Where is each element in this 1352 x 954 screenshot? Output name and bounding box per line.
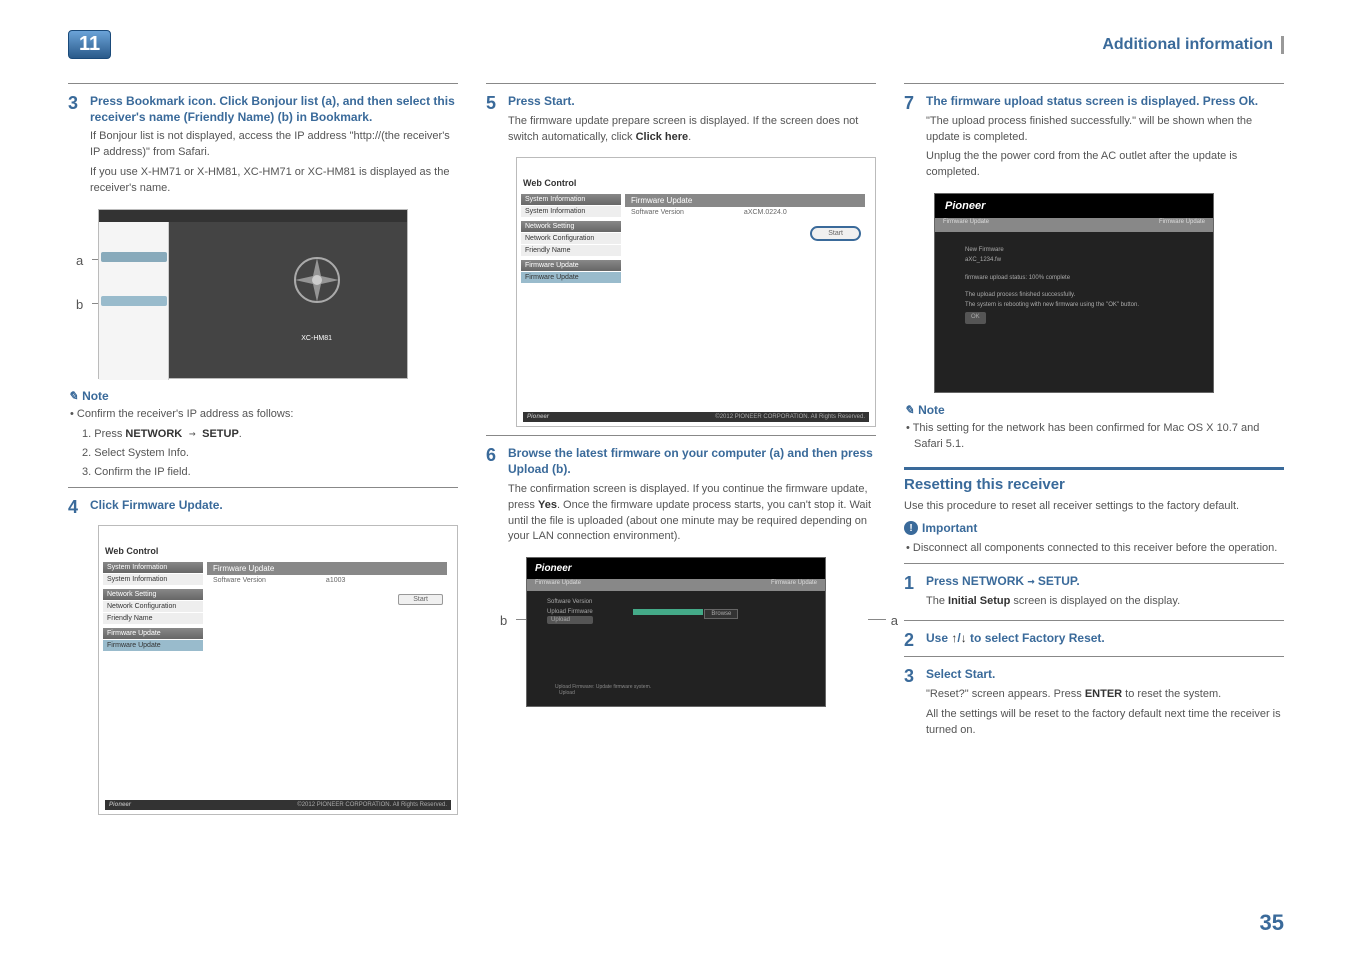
chapter-badge: 11 (68, 30, 111, 59)
step-text: The Initial Setup screen is displayed on… (926, 594, 1284, 610)
screenshot-safari: XC-HM81 (98, 209, 408, 379)
subsection-text: Use this procedure to reset all receiver… (904, 499, 1284, 515)
step-text: The confirmation screen is displayed. If… (508, 482, 876, 546)
step-title: Press Bookmark icon. Click Bonjour list … (90, 94, 458, 125)
step-text: If Bonjour list is not displayed, access… (90, 129, 458, 161)
step-text: If you use X-HM71 or X-HM81, XC-HM71 or … (90, 165, 458, 197)
step-text: "Reset?" screen appears. Press ENTER to … (926, 687, 1284, 703)
step-number: 4 (68, 498, 90, 518)
step-text: "The upload process finished successfull… (926, 114, 1284, 146)
subsection-heading: Resetting this receiver (904, 476, 1284, 493)
screenshot-webcontrol: Web Control System Information System In… (516, 157, 876, 427)
important-heading: Important (922, 521, 977, 535)
step-text: All the settings will be reset to the fa… (926, 707, 1284, 739)
step-number: 1 (904, 574, 926, 614)
screenshot-upload: Pioneer Firmware UpdateFirmware Update S… (526, 557, 826, 707)
callout-b: b (76, 297, 83, 312)
screenshot-status: Pioneer Firmware UpdateFirmware Update N… (934, 193, 1214, 393)
note-icon: ✎ (904, 403, 914, 417)
note-sub: 2. Select System Info. (68, 446, 458, 462)
step-title: Browse the latest firmware on your compu… (508, 446, 876, 477)
callout-b: b (500, 613, 507, 628)
note-heading: Note (918, 403, 945, 417)
step-title: Click Firmware Update. (90, 498, 458, 514)
step-title: The firmware upload status screen is dis… (926, 94, 1284, 110)
note-icon: ✎ (68, 389, 78, 403)
screenshot-webcontrol: Web Control System Information System In… (98, 525, 458, 815)
step-title: Select Start. (926, 667, 1284, 683)
section-title: Additional information (1102, 36, 1284, 54)
note-bullet: • Confirm the receiver's IP address as f… (68, 407, 458, 423)
callout-a: a (76, 253, 83, 268)
note-heading: Note (82, 389, 109, 403)
important-bullet: • Disconnect all components connected to… (904, 541, 1284, 557)
step-text: The firmware update prepare screen is di… (508, 114, 876, 146)
step-title: Press Start. (508, 94, 876, 110)
step-number: 3 (904, 667, 926, 742)
step-text: Unplug the the power cord from the AC ou… (926, 149, 1284, 181)
important-icon: ! (904, 521, 918, 535)
page-number: 35 (1260, 910, 1284, 936)
note-sub: 3. Confirm the IP field. (68, 465, 458, 481)
device-name: XC-HM81 (301, 335, 332, 342)
step-number: 2 (904, 631, 926, 651)
callout-a: a (891, 613, 898, 628)
step-number: 3 (68, 94, 90, 201)
step-title: Use ↑/↓ to select Factory Reset. (926, 631, 1284, 647)
step-number: 7 (904, 94, 926, 185)
step-number: 6 (486, 446, 508, 549)
step-number: 5 (486, 94, 508, 149)
step-title: Press NETWORK → SETUP. (926, 574, 1284, 590)
note-sub: 1. Press NETWORK → SETUP. (68, 426, 458, 443)
note-bullet: • This setting for the network has been … (904, 421, 1284, 453)
